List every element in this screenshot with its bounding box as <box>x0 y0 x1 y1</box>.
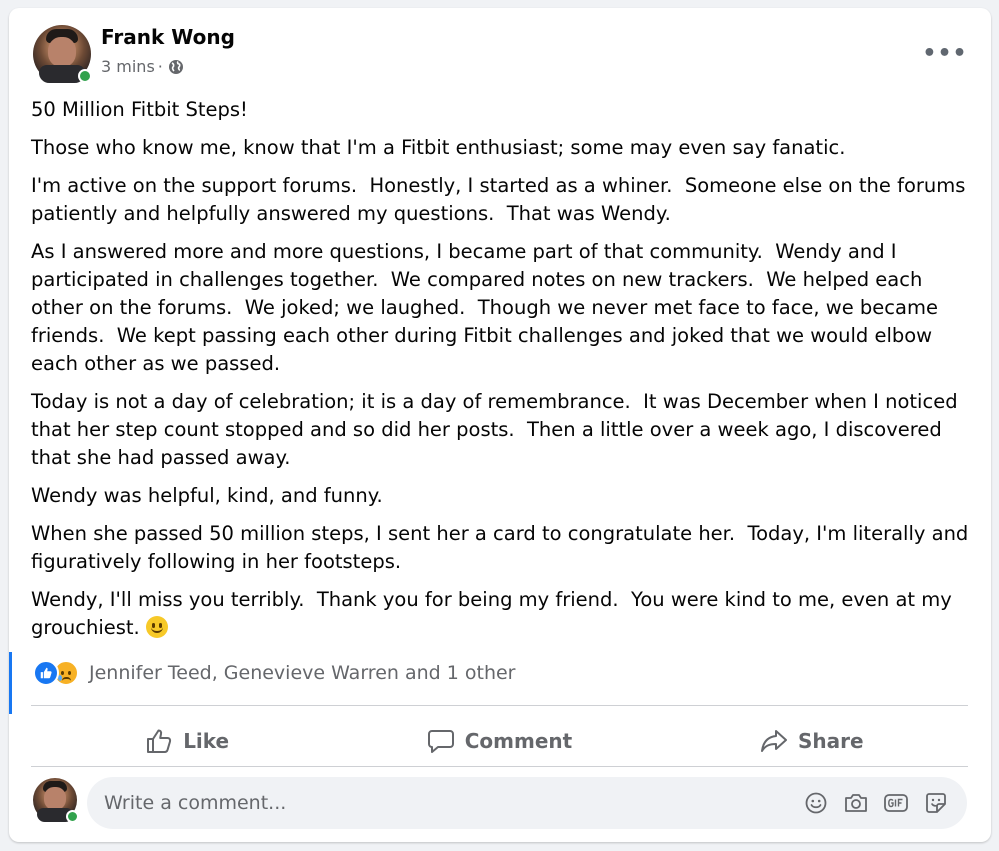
online-status-icon <box>78 69 92 83</box>
thumbs-up-icon <box>147 729 172 753</box>
avatar-face <box>44 787 66 810</box>
post-paragraph-text: Wendy, I'll miss you terribly. Thank you… <box>31 588 958 639</box>
post-paragraph-last: Wendy, I'll miss you terribly. Thank you… <box>31 586 976 642</box>
smiling-emoji-icon <box>145 616 168 638</box>
globe-icon[interactable] <box>168 59 184 75</box>
post-meta: 3 mins · <box>101 57 184 76</box>
comment-label: Comment <box>464 729 573 753</box>
online-status-icon <box>66 810 79 823</box>
post-paragraph: Wendy was helpful, kind, and funny. <box>31 484 383 507</box>
comment-tools <box>803 790 967 816</box>
comment-input[interactable] <box>87 777 803 829</box>
author-avatar[interactable] <box>33 25 92 83</box>
reaction-names[interactable]: Jennifer Teed, Genevieve Warren and 1 ot… <box>89 662 516 684</box>
post-paragraph: As I answered more and more questions, I… <box>31 240 945 375</box>
post-body: 50 Million Fitbit Steps! Those who know … <box>31 96 976 652</box>
comment-composer <box>87 777 967 829</box>
sticker-icon[interactable] <box>923 790 949 816</box>
comment-button[interactable]: Comment <box>343 716 655 766</box>
post-paragraph: Today is not a day of celebration; it is… <box>31 390 964 469</box>
camera-icon[interactable] <box>843 790 869 816</box>
gif-icon[interactable] <box>883 790 909 816</box>
post-paragraph: Those who know me, know that I'm a Fitbi… <box>31 136 846 159</box>
divider <box>31 766 968 767</box>
post-actions: Like Comment Share <box>31 716 968 766</box>
share-arrow-icon <box>761 730 788 752</box>
comment-bubble-icon <box>427 730 454 753</box>
author-name[interactable]: Frank Wong <box>101 25 235 49</box>
divider <box>31 705 968 706</box>
avatar-face <box>48 37 76 67</box>
reaction-focus-indicator <box>9 652 12 714</box>
share-label: Share <box>798 729 864 753</box>
like-label: Like <box>183 729 230 753</box>
like-button[interactable]: Like <box>31 716 343 766</box>
share-button[interactable]: Share <box>656 716 968 766</box>
post-paragraph: When she passed 50 million steps, I sent… <box>31 522 975 573</box>
post-paragraph: I'm active on the support forums. Honest… <box>31 174 972 225</box>
post-card: Frank Wong 3 mins · ••• 50 Million Fitbi… <box>9 8 991 842</box>
post-paragraph: 50 Million Fitbit Steps! <box>31 98 248 121</box>
commenter-avatar[interactable] <box>33 778 79 823</box>
post-timestamp[interactable]: 3 mins <box>101 57 155 76</box>
reaction-summary[interactable]: Jennifer Teed, Genevieve Warren and 1 ot… <box>33 660 516 686</box>
meta-separator: · <box>157 57 163 76</box>
emoji-icon[interactable] <box>803 790 829 816</box>
more-options-button[interactable]: ••• <box>922 38 966 68</box>
like-reaction-icon <box>33 660 59 686</box>
